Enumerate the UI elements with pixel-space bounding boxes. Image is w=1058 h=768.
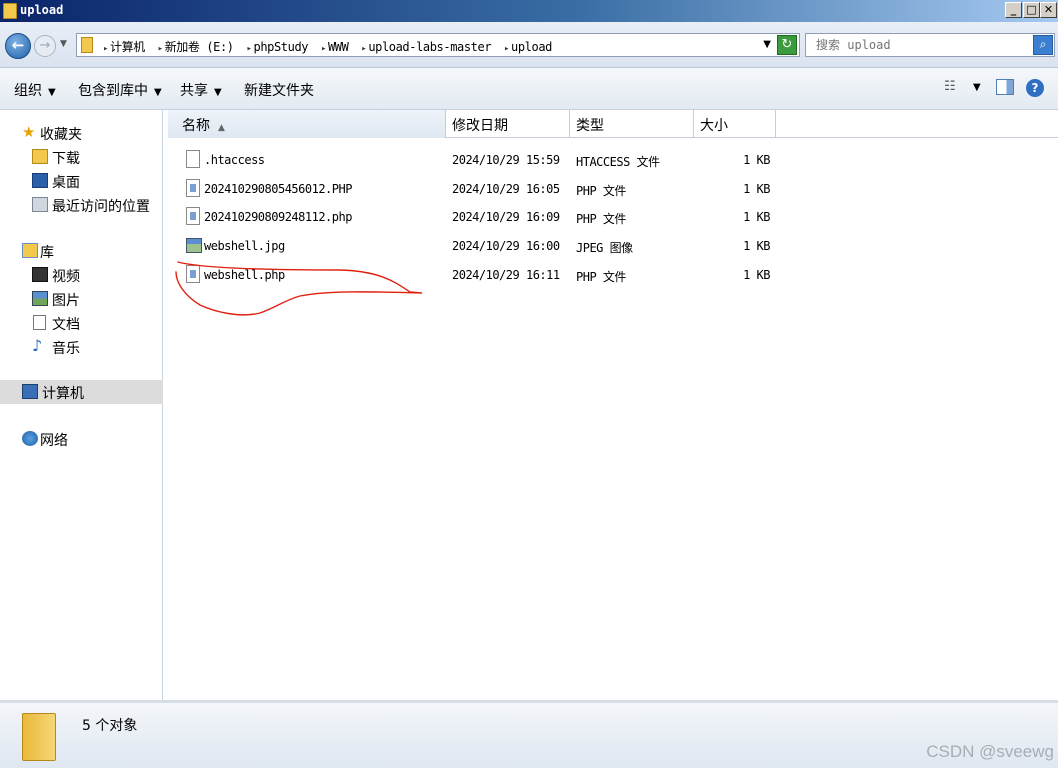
music-note-icon: ♪ xyxy=(32,336,43,355)
file-size: 1 KB xyxy=(743,153,770,167)
folder-icon xyxy=(81,37,93,53)
sidebar-item-favorites[interactable]: ★ 收藏夹 xyxy=(0,122,163,144)
file-name: .htaccess xyxy=(204,153,265,167)
column-header-date[interactable]: 修改日期 xyxy=(446,110,570,138)
file-row[interactable]: webshell.php 2024/10/29 16:11 PHP 文件 1 K… xyxy=(168,262,788,288)
file-row[interactable]: 202410290809248112.php 2024/10/29 16:09 … xyxy=(168,204,788,230)
address-field[interactable]: ▸ 计算机 ▸ 新加卷 (E:) ▸ phpStudy ▸ WWW ▸ upload-la… xyxy=(76,33,800,57)
new-folder-button[interactable]: 新建文件夹 xyxy=(244,80,314,100)
address-bar-area: ← → ▼ ▸ 计算机 ▸ 新加卷 (E:) ▸ phpStudy ▸ WWW ▸ upl… xyxy=(0,22,1058,68)
breadcrumb-item[interactable]: upload xyxy=(511,40,552,54)
chevron-down-icon: ▼ xyxy=(214,87,222,98)
file-size: 1 KB xyxy=(743,210,770,224)
chevron-down-icon: ▼ xyxy=(154,87,162,98)
view-options-icon[interactable]: ☷ xyxy=(944,79,956,94)
forward-button[interactable]: → xyxy=(34,35,56,57)
file-date: 2024/10/29 16:11 xyxy=(452,267,560,282)
file-name: webshell.php xyxy=(204,267,285,282)
star-icon: ★ xyxy=(22,123,36,141)
sidebar-item-desktop[interactable]: 桌面 xyxy=(0,170,163,192)
minimize-button[interactable]: _ xyxy=(1005,2,1022,18)
chevron-down-icon: ▼ xyxy=(48,87,56,98)
file-row[interactable]: webshell.jpg 2024/10/29 16:00 JPEG 图像 1 … xyxy=(168,233,788,259)
column-header-type[interactable]: 类型 xyxy=(570,110,694,138)
close-button[interactable]: ✕ xyxy=(1040,2,1057,18)
history-dropdown-icon[interactable]: ▼ xyxy=(60,39,67,49)
file-row[interactable]: .htaccess 2024/10/29 15:59 HTACCESS 文件 1… xyxy=(168,147,788,173)
desktop-icon xyxy=(32,173,48,188)
computer-icon xyxy=(22,384,38,399)
folder-icon xyxy=(22,713,56,761)
window-title: upload xyxy=(20,3,64,17)
sidebar-item-computer[interactable]: 计算机 xyxy=(0,380,163,404)
column-header-row: 名称 ▲ 修改日期 类型 大小 xyxy=(168,110,1058,138)
file-type: PHP 文件 xyxy=(576,269,626,284)
sidebar-item-videos[interactable]: 视频 xyxy=(0,264,163,286)
address-dropdown-icon[interactable]: ▼ xyxy=(763,39,771,50)
blank-file-icon xyxy=(186,150,200,168)
search-icon[interactable]: ⌕ xyxy=(1033,35,1053,55)
downloads-icon xyxy=(32,149,48,164)
sidebar-item-recent-places[interactable]: 最近访问的位置 xyxy=(0,194,163,216)
column-header-size[interactable]: 大小 xyxy=(694,110,776,138)
sidebar-item-music[interactable]: ♪ 音乐 xyxy=(0,336,163,358)
column-header-name[interactable]: 名称 ▲ xyxy=(168,110,446,138)
sort-ascending-icon: ▲ xyxy=(218,123,225,133)
library-icon xyxy=(22,243,38,258)
file-date: 2024/10/29 16:00 xyxy=(452,239,560,253)
include-in-library-menu[interactable]: 包含到库中 ▼ xyxy=(78,80,162,100)
preview-pane-icon[interactable] xyxy=(996,79,1014,95)
file-type: PHP 文件 xyxy=(576,212,626,226)
image-file-icon xyxy=(186,238,202,253)
file-type: JPEG 图像 xyxy=(576,241,633,255)
file-name: 202410290805456012.PHP xyxy=(204,181,352,196)
php-file-icon xyxy=(186,178,200,197)
recent-places-icon xyxy=(32,197,48,212)
file-date: 2024/10/29 15:59 xyxy=(452,153,560,167)
breadcrumb-item[interactable]: upload-labs-master xyxy=(368,40,491,54)
network-icon xyxy=(22,431,38,446)
file-row[interactable]: 202410290805456012.PHP 2024/10/29 16:05 … xyxy=(168,176,788,202)
php-file-icon xyxy=(186,264,200,283)
php-file-icon xyxy=(186,207,200,225)
sidebar-item-downloads[interactable]: 下载 xyxy=(0,146,163,168)
breadcrumb: ▸ 计算机 ▸ 新加卷 (E:) ▸ phpStudy ▸ WWW ▸ upload-la… xyxy=(103,40,552,54)
chevron-down-icon[interactable]: ▼ xyxy=(973,82,981,93)
file-name: 202410290809248112.php xyxy=(204,210,352,224)
back-button[interactable]: ← xyxy=(5,33,31,59)
search-input[interactable] xyxy=(816,38,1026,52)
refresh-button[interactable]: ↻ xyxy=(777,35,797,55)
file-size: 1 KB xyxy=(743,267,770,282)
share-menu[interactable]: 共享 ▼ xyxy=(180,80,222,100)
navigation-pane: ★ 收藏夹 下载 桌面 最近访问的位置 库 视频 图片 文档 ♪ 音乐 计算机 … xyxy=(0,110,163,700)
folder-icon xyxy=(3,3,17,19)
document-icon xyxy=(33,315,46,330)
breadcrumb-item[interactable]: phpStudy xyxy=(254,40,309,54)
search-box[interactable]: ⌕ xyxy=(805,33,1055,57)
file-size: 1 KB xyxy=(743,239,770,253)
command-bar: 组织 ▼ 包含到库中 ▼ 共享 ▼ 新建文件夹 ☷ ▼ ? xyxy=(0,68,1058,110)
sidebar-item-pictures[interactable]: 图片 xyxy=(0,288,163,310)
maximize-button[interactable]: □ xyxy=(1023,2,1040,18)
breadcrumb-item[interactable]: 计算机 xyxy=(110,40,145,54)
help-icon[interactable]: ? xyxy=(1026,79,1044,97)
file-date: 2024/10/29 16:05 xyxy=(452,181,560,196)
file-size: 1 KB xyxy=(743,181,770,196)
file-name: webshell.jpg xyxy=(204,239,285,253)
item-count: 5 个对象 xyxy=(82,718,138,734)
video-icon xyxy=(32,267,48,282)
picture-icon xyxy=(32,291,48,306)
status-bar: 5 个对象 CSDN @sveewg xyxy=(0,700,1058,768)
title-bar: upload _ □ ✕ xyxy=(0,0,1058,22)
file-date: 2024/10/29 16:09 xyxy=(452,210,560,224)
file-type: PHP 文件 xyxy=(576,183,626,198)
sidebar-item-documents[interactable]: 文档 xyxy=(0,312,163,334)
organize-menu[interactable]: 组织 ▼ xyxy=(14,80,56,100)
breadcrumb-item[interactable]: 新加卷 (E:) xyxy=(165,40,234,54)
sidebar-item-libraries[interactable]: 库 xyxy=(0,240,163,262)
sidebar-item-network[interactable]: 网络 xyxy=(0,428,163,450)
breadcrumb-item[interactable]: WWW xyxy=(328,40,349,54)
file-type: HTACCESS 文件 xyxy=(576,155,660,169)
watermark: CSDN @sveewg xyxy=(926,742,1054,761)
